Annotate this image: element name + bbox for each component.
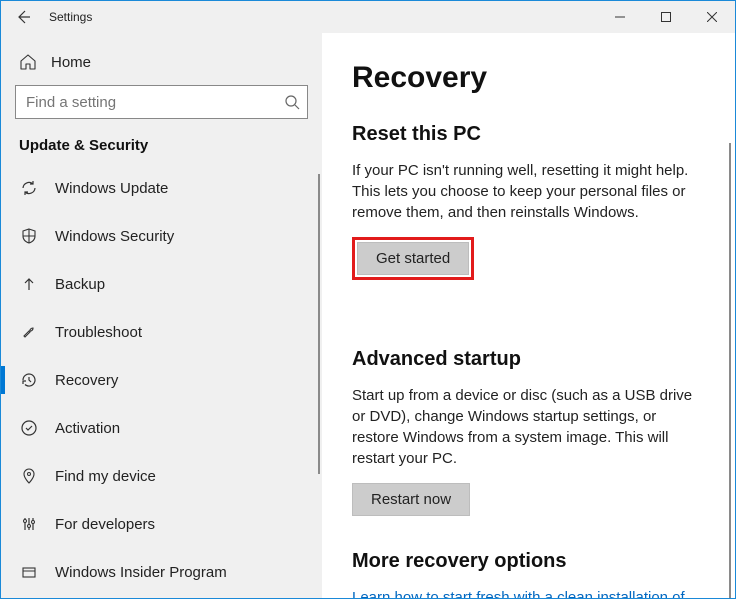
get-started-highlight: Get started	[352, 237, 474, 280]
nav-label: Windows Security	[55, 228, 174, 245]
upload-arrow-icon	[19, 275, 39, 293]
get-started-button[interactable]: Get started	[357, 242, 469, 275]
advanced-heading: Advanced startup	[352, 348, 705, 371]
home-icon	[19, 53, 37, 71]
nav-item-windows-security[interactable]: Windows Security	[1, 212, 322, 260]
home-link[interactable]: Home	[1, 45, 322, 85]
nav-item-recovery[interactable]: Recovery	[1, 356, 322, 404]
nav-label: Backup	[55, 276, 105, 293]
nav-label: Windows Update	[55, 180, 168, 197]
advanced-description: Start up from a device or disc (such as …	[352, 385, 705, 469]
nav-item-backup[interactable]: Backup	[1, 260, 322, 308]
box-icon	[19, 563, 39, 581]
sidebar-scrollbar[interactable]	[318, 174, 320, 474]
advanced-startup-section: Advanced startup Start up from a device …	[352, 348, 705, 516]
nav-label: Windows Insider Program	[55, 564, 227, 581]
restart-now-button[interactable]: Restart now	[352, 483, 470, 516]
nav-label: Troubleshoot	[55, 324, 142, 341]
minimize-button[interactable]	[597, 1, 643, 33]
category-heading: Update & Security	[1, 137, 322, 164]
fresh-start-link[interactable]: Learn how to start fresh with a clean in…	[352, 587, 705, 598]
sidebar: Home Update & Security Windows Update	[1, 33, 322, 598]
nav-list: Windows Update Windows Security Backup	[1, 164, 322, 598]
minimize-icon	[615, 12, 625, 22]
window-controls	[597, 1, 735, 33]
nav-label: Activation	[55, 420, 120, 437]
shield-icon	[19, 227, 39, 245]
nav-item-for-developers[interactable]: For developers	[1, 500, 322, 548]
history-icon	[19, 371, 39, 389]
reset-heading: Reset this PC	[352, 123, 705, 146]
close-button[interactable]	[689, 1, 735, 33]
location-pin-icon	[19, 467, 39, 485]
window-title: Settings	[45, 10, 597, 24]
nav-item-find-my-device[interactable]: Find my device	[1, 452, 322, 500]
reset-description: If your PC isn't running well, resetting…	[352, 160, 705, 223]
nav-label: Find my device	[55, 468, 156, 485]
reset-section: Reset this PC If your PC isn't running w…	[352, 123, 705, 314]
close-icon	[707, 12, 717, 22]
sync-icon	[19, 179, 39, 197]
back-arrow-icon	[15, 9, 31, 25]
nav-item-activation[interactable]: Activation	[1, 404, 322, 452]
home-label: Home	[51, 54, 91, 71]
nav-label: For developers	[55, 516, 155, 533]
nav-item-windows-insider[interactable]: Windows Insider Program	[1, 548, 322, 596]
search-input[interactable]	[15, 85, 308, 119]
maximize-icon	[661, 12, 671, 22]
maximize-button[interactable]	[643, 1, 689, 33]
settings-window: Settings Home	[0, 0, 736, 599]
content-scrollbar[interactable]	[729, 143, 731, 598]
wrench-icon	[19, 323, 39, 341]
sliders-icon	[19, 515, 39, 533]
content-pane: Recovery Reset this PC If your PC isn't …	[322, 33, 735, 598]
more-recovery-section: More recovery options Learn how to start…	[352, 550, 705, 598]
body: Home Update & Security Windows Update	[1, 33, 735, 598]
check-circle-icon	[19, 419, 39, 437]
back-button[interactable]	[1, 1, 45, 33]
titlebar: Settings	[1, 1, 735, 33]
more-heading: More recovery options	[352, 550, 705, 573]
nav-label: Recovery	[55, 372, 118, 389]
search-box[interactable]	[15, 85, 308, 119]
page-title: Recovery	[352, 61, 705, 95]
nav-item-windows-update[interactable]: Windows Update	[1, 164, 322, 212]
nav-item-troubleshoot[interactable]: Troubleshoot	[1, 308, 322, 356]
